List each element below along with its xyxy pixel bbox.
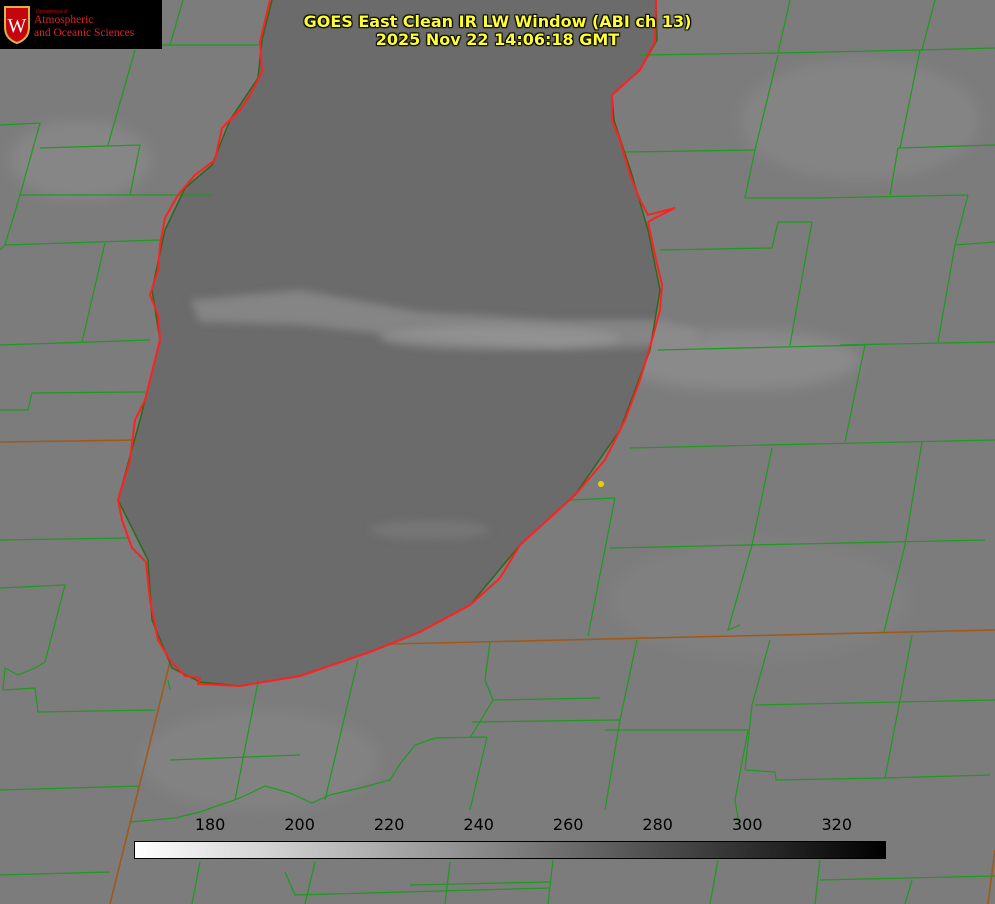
colorbar-tick-label: 240 [463,815,494,834]
colorbar-tick-label: 180 [194,815,226,834]
colorbar-tick-label: 280 [642,815,673,834]
colorbar-tick-label: 200 [284,815,315,834]
colorbar-tick-label: 260 [552,815,584,834]
satellite-map [0,0,995,904]
location-marker [598,481,604,487]
image-title: GOES East Clean IR LW Window (ABI ch 13) [303,12,692,31]
colorbar-tick-label: 220 [373,815,405,834]
colorbar [134,841,886,859]
colorbar-tick-label: 300 [731,815,763,834]
image-timestamp: 2025 Nov 22 14:06:18 GMT [375,30,620,49]
colorbar-tick-label: 320 [821,815,853,834]
